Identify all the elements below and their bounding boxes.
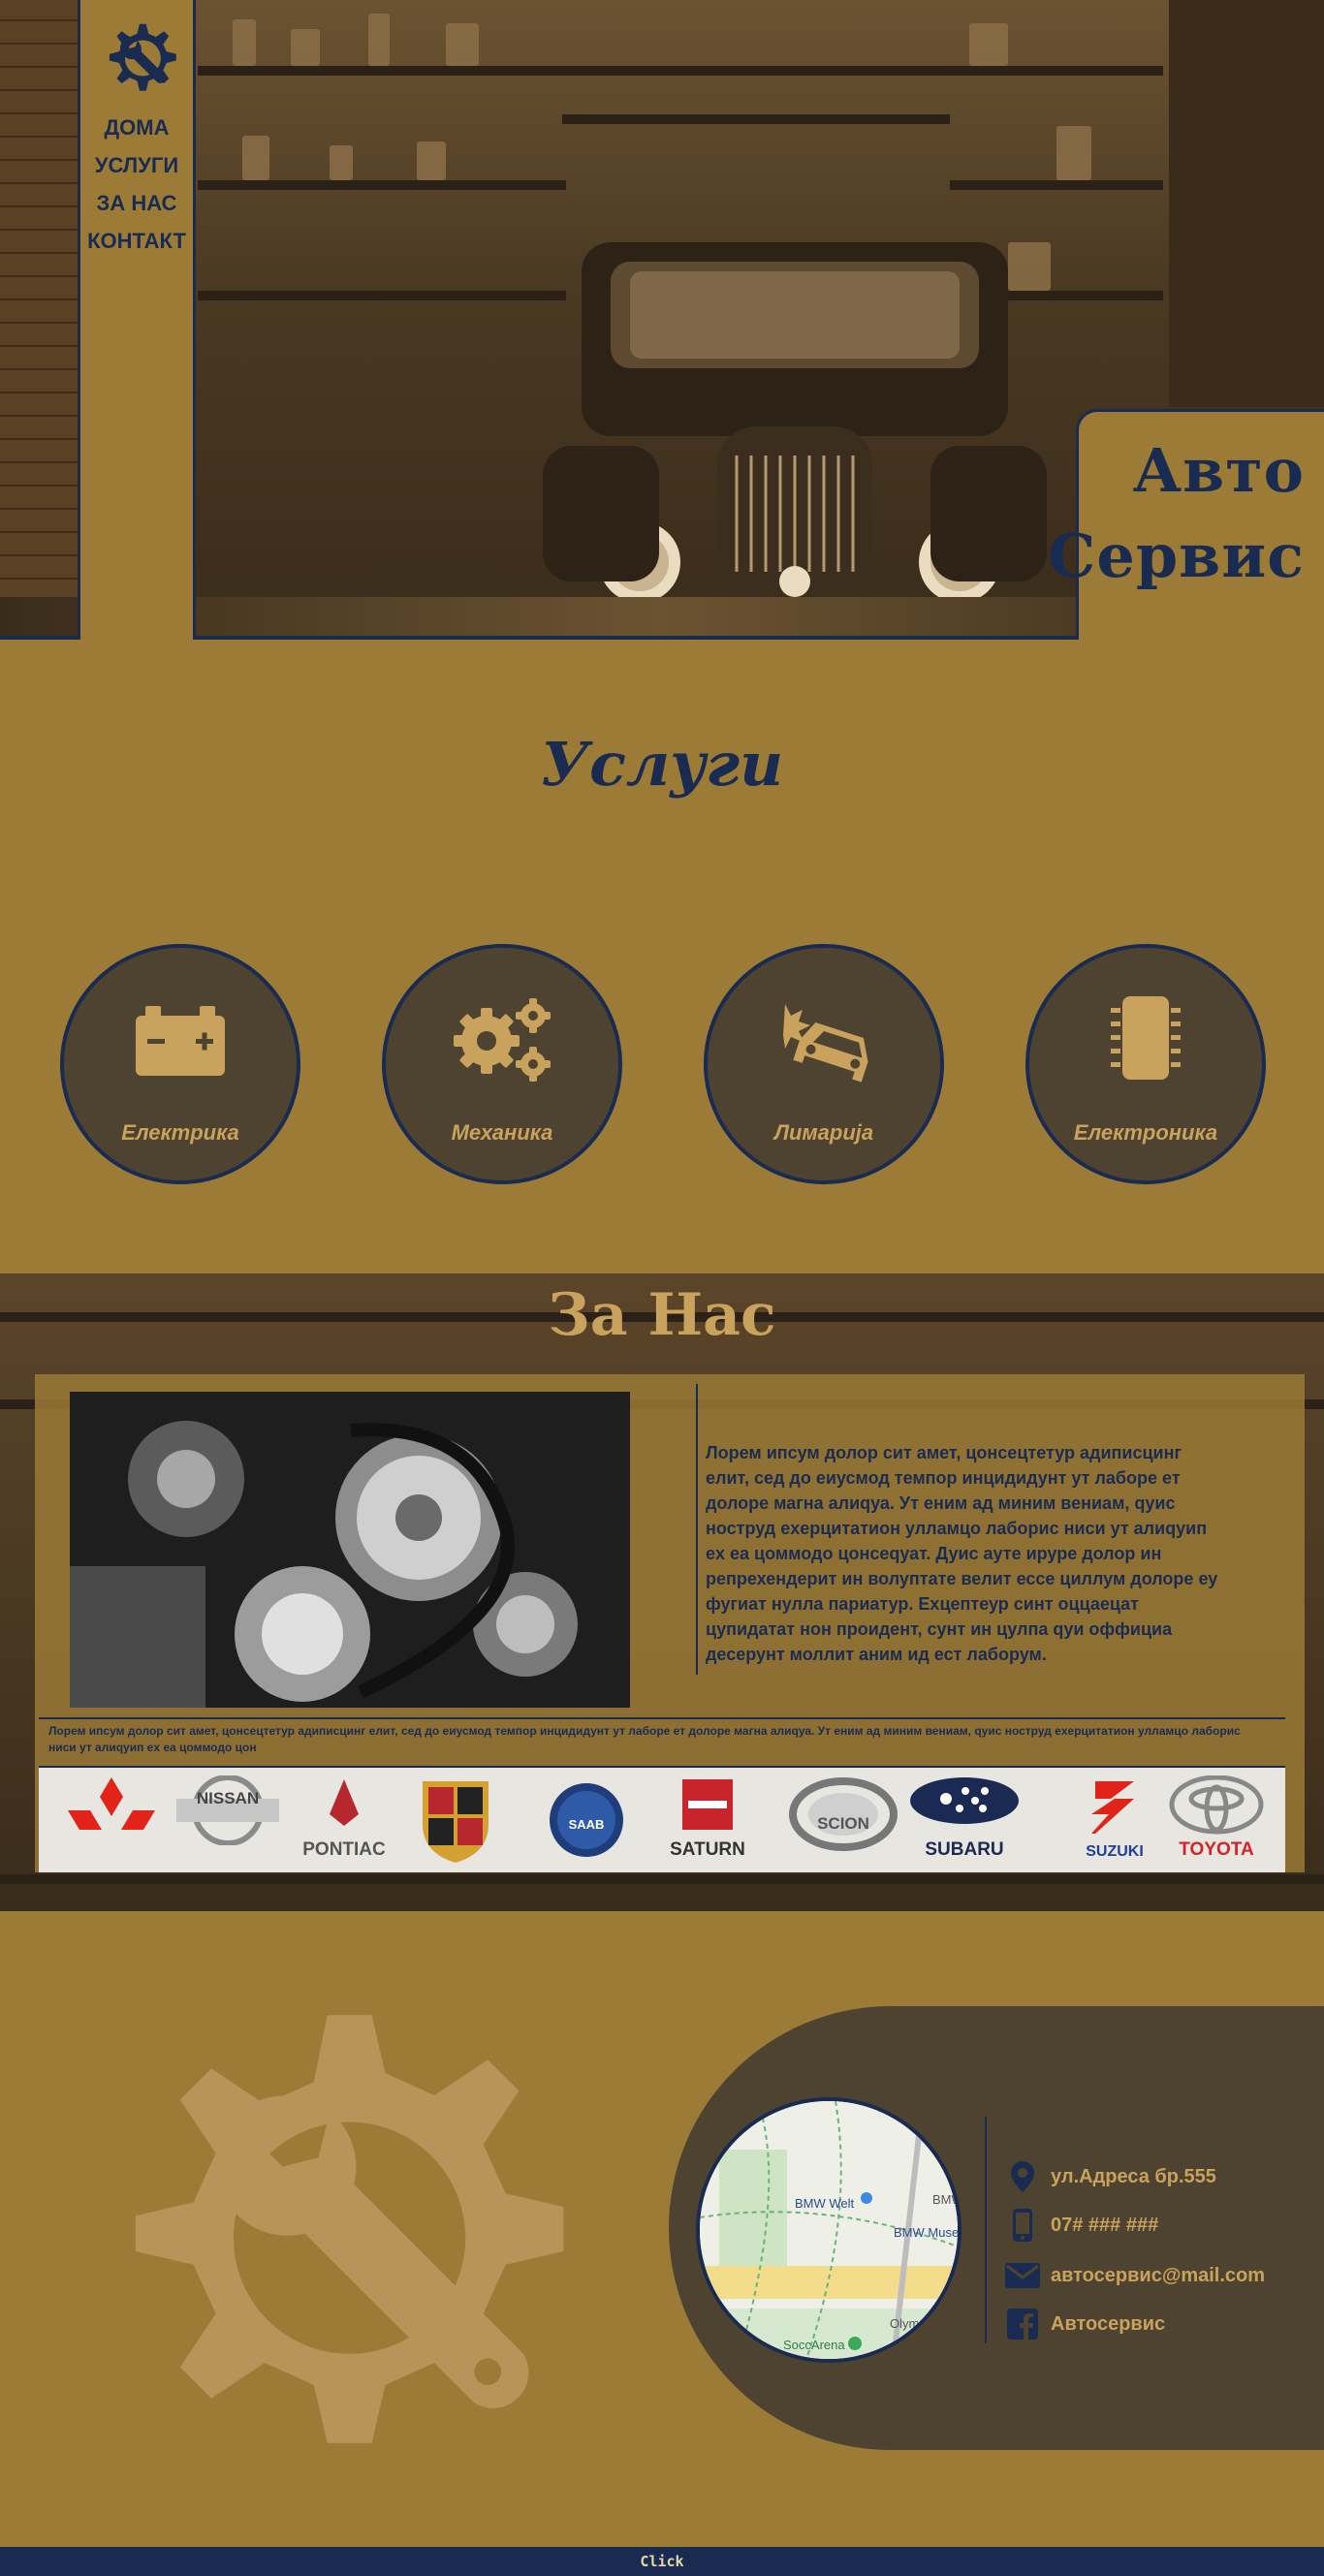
scion-logo: SCION: [785, 1775, 901, 1867]
nav-item-services[interactable]: УСЛУГИ: [80, 146, 193, 184]
nav-item-contact[interactable]: КОНТАКТ: [80, 222, 193, 260]
car-battery-icon: [136, 1006, 225, 1076]
map-label: BMW Muse: [894, 2225, 958, 2240]
facebook-icon: [1004, 2308, 1041, 2340]
brand-box: Авто Сервис: [1048, 409, 1324, 640]
map-label: BMW: [932, 2192, 958, 2207]
side-nav: ДОМА УСЛУГИ ЗА НАС КОНТАКТ: [78, 0, 196, 640]
service-card-electric[interactable]: Електрика: [60, 944, 300, 1184]
footer-logo-text: Click: [640, 2553, 684, 2570]
garage-wall-image: [1169, 0, 1324, 407]
mitsubishi-logo: [68, 1775, 155, 1867]
gear-wrench-icon[interactable]: [99, 17, 180, 99]
service-label: Електрика: [121, 1120, 239, 1145]
car-crash-icon: [783, 1004, 868, 1083]
nav-item-about[interactable]: ЗА НАС: [80, 184, 193, 222]
toyota-logo: TOYOTA: [1163, 1775, 1270, 1867]
service-card-electronics[interactable]: Електроника: [1025, 944, 1266, 1184]
footer: Click: [0, 2547, 1324, 2576]
map-label: BMW Welt: [795, 2196, 855, 2211]
about-small-text: Лорем ипсум долор сит амет, цонсецтетур …: [48, 1724, 1241, 1754]
subaru-logo: SUBARU: [901, 1775, 1027, 1867]
contact-address: ул.Адреса бр.555: [1004, 2159, 1216, 2194]
footer-logo[interactable]: Click: [638, 2551, 686, 2572]
service-label: Електроника: [1073, 1120, 1218, 1145]
brand-title-line2: Сервис: [1048, 520, 1305, 591]
nissan-logo: NISSAN: [174, 1775, 281, 1867]
saab-logo: SAAB: [543, 1775, 630, 1867]
brick-wall-image: [0, 0, 78, 601]
gear-wrench-watermark-icon: [135, 2015, 564, 2443]
vintage-truck-image: [543, 242, 1047, 601]
service-label: Лимарија: [773, 1120, 874, 1145]
service-card-mechanics[interactable]: Механика: [382, 944, 622, 1184]
envelope-icon: [1004, 2259, 1041, 2292]
nav-menu: ДОМА УСЛУГИ ЗА НАС КОНТАКТ: [80, 109, 193, 260]
contact-facebook[interactable]: Автосервис: [1004, 2307, 1165, 2341]
service-label: Механика: [451, 1120, 553, 1145]
car-brands-strip: NISSAN PONTIAC SAAB SATURN SCION SUBARU …: [39, 1768, 1285, 1872]
facebook-text: Автосервис: [1051, 2312, 1166, 2335]
porsche-logo: [407, 1775, 504, 1867]
service-card-bodywork[interactable]: Лимарија: [704, 944, 944, 1184]
suzuki-logo: SUZUKI: [1066, 1775, 1163, 1867]
mobile-phone-icon: [1004, 2209, 1041, 2242]
phone-text: 07# ### ###: [1051, 2214, 1159, 2236]
services-title: Услуги: [540, 729, 784, 800]
microchip-icon: [1111, 996, 1181, 1080]
map-marker-icon: [1004, 2160, 1041, 2193]
engine-image: [70, 1392, 630, 1708]
email-text: автосервис@mail.com: [1051, 2264, 1266, 2286]
about-title: За Нас: [548, 1281, 776, 1349]
map-label: SoccArena: [783, 2338, 845, 2352]
contact-email[interactable]: автосервис@mail.com: [1004, 2258, 1265, 2293]
contact-phone[interactable]: 07# ### ###: [1004, 2208, 1158, 2243]
location-map[interactable]: BMW Welt BMW Muse SoccArena Olym BMW: [696, 2097, 961, 2363]
nav-item-home[interactable]: ДОМА: [80, 109, 193, 146]
about-paragraph: Лорем ипсум долор сит амет, цонсецтетур …: [706, 1443, 1218, 1664]
map-label: Olym: [890, 2316, 919, 2331]
saturn-logo: SATURN: [659, 1775, 756, 1867]
pontiac-logo: PONTIAC: [281, 1775, 407, 1867]
cogs-icon: [454, 998, 551, 1082]
brand-title-line1: Авто: [1132, 435, 1305, 506]
address-text: ул.Адреса бр.555: [1051, 2165, 1216, 2187]
